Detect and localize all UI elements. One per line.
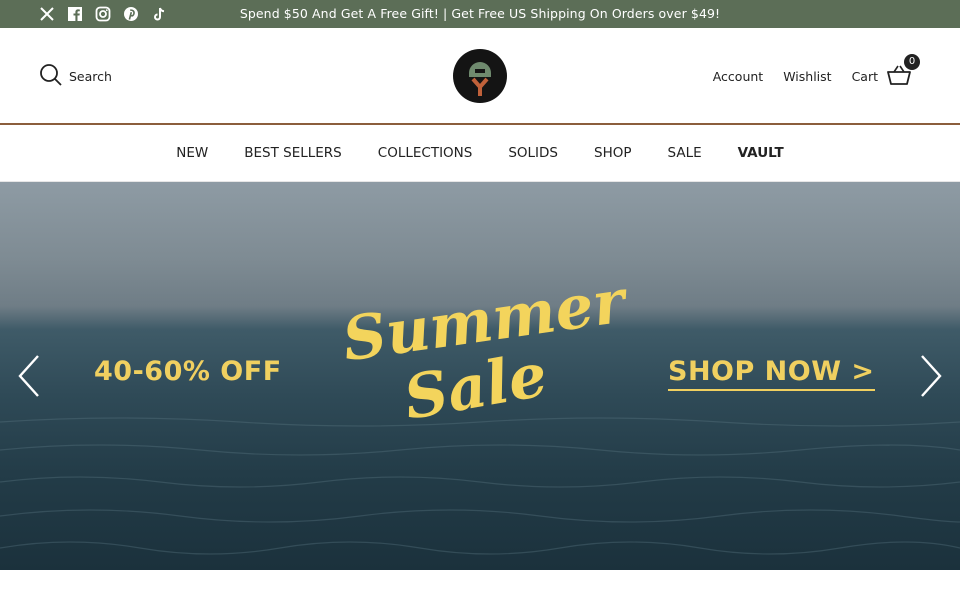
cart-button[interactable]: Cart 0	[851, 54, 920, 89]
chevron-right-icon	[916, 355, 946, 404]
nav-item-sale[interactable]: SALE	[668, 145, 702, 161]
account-link[interactable]: Account	[713, 69, 763, 84]
search-icon	[39, 63, 63, 90]
pinterest-icon[interactable]	[122, 5, 140, 23]
slider-prev-button[interactable]	[14, 352, 44, 400]
discount-text: 40-60% OFF	[94, 356, 282, 387]
search-button[interactable]: Search	[39, 63, 112, 90]
nav-item-collections[interactable]: COLLECTIONS	[378, 145, 473, 161]
nav-item-shop[interactable]: SHOP	[594, 145, 632, 161]
search-label: Search	[69, 69, 112, 84]
x-icon[interactable]	[38, 5, 56, 23]
slider-next-button[interactable]	[916, 352, 946, 400]
nav-item-new[interactable]: NEW	[176, 145, 208, 161]
facebook-icon[interactable]	[66, 5, 84, 23]
wishlist-link[interactable]: Wishlist	[783, 69, 831, 84]
shop-now-link[interactable]: SHOP NOW >	[668, 356, 875, 391]
brand-logo[interactable]	[453, 49, 507, 103]
site-header: Search Account Wishlist Cart 0	[0, 28, 960, 124]
nav-item-vault[interactable]: VAULT	[738, 145, 784, 161]
cart-count-badge: 0	[904, 54, 920, 70]
nav-item-best-sellers[interactable]: BEST SELLERS	[244, 145, 342, 161]
header-actions: Account Wishlist Cart 0	[693, 54, 920, 89]
instagram-icon[interactable]	[94, 5, 112, 23]
social-links	[38, 5, 168, 23]
announcement-bar: Spend $50 And Get A Free Gift! | Get Fre…	[0, 0, 960, 28]
page-content-start	[0, 570, 960, 600]
nav-item-solids[interactable]: SOLIDS	[508, 145, 558, 161]
tiktok-icon[interactable]	[150, 5, 168, 23]
main-navigation: NEW BEST SELLERS COLLECTIONS SOLIDS SHOP…	[0, 125, 960, 182]
chevron-left-icon	[14, 355, 44, 404]
hero-banner[interactable]: 40-60% OFF Summer Sale SHOP NOW >	[0, 182, 960, 570]
cart-label: Cart	[851, 69, 878, 84]
